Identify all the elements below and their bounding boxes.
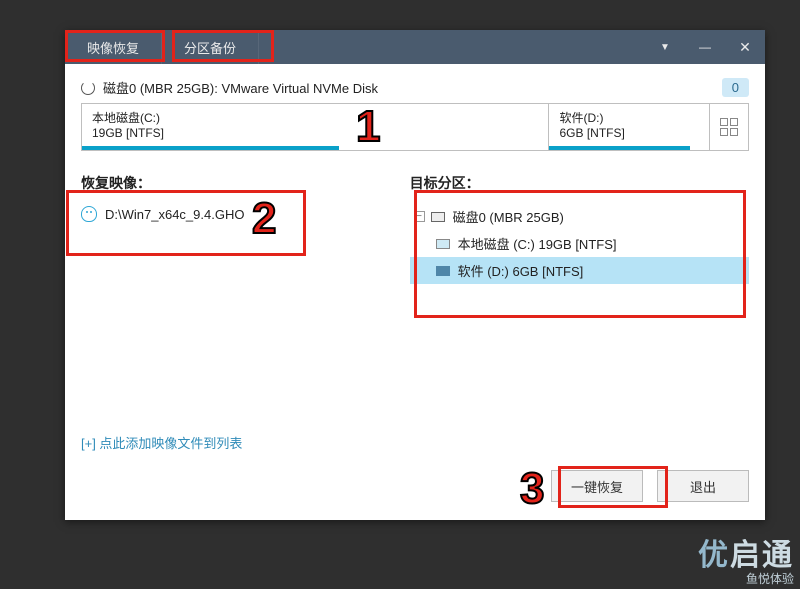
partition-d-usage-bar [549, 146, 689, 150]
watermark-chars-rest: 启通 [730, 539, 794, 572]
watermark-main: 优启通 [698, 530, 794, 574]
image-list-item[interactable]: D:\Win7_x64c_9.4.GHO [81, 203, 390, 225]
watermark-char-1: 优 [698, 539, 730, 572]
partition-d-info: 6GB [NTFS] [559, 126, 699, 140]
watermark: 优启通 鱼悦体验 [698, 530, 794, 587]
partition-d[interactable]: 软件(D:) 6GB [NTFS] [549, 104, 709, 150]
disk-index-badge: 0 [722, 78, 749, 97]
target-partition-panel: 目标分区： − 磁盘0 (MBR 25GB) 本地磁盘 (C:) 19GB [N… [410, 173, 749, 425]
tree-collapse-icon[interactable]: − [414, 211, 425, 222]
partition-c[interactable]: 本地磁盘(C:) 19GB [NTFS] [82, 104, 548, 150]
tree-c-label: 本地磁盘 (C:) 19GB [NTFS] [458, 234, 617, 253]
tree-disk-node[interactable]: − 磁盘0 (MBR 25GB) [410, 203, 749, 230]
image-path: D:\Win7_x64c_9.4.GHO [105, 207, 244, 222]
target-partition-title: 目标分区： [410, 173, 749, 193]
restore-image-title: 恢复映像： [81, 173, 390, 193]
ghost-file-icon [81, 206, 97, 222]
restore-image-panel: 恢复映像： D:\Win7_x64c_9.4.GHO [81, 173, 390, 425]
close-button[interactable]: ✕ [725, 30, 765, 64]
tree-partition-c[interactable]: 本地磁盘 (C:) 19GB [NTFS] [410, 230, 749, 257]
tree-disk-label: 磁盘0 (MBR 25GB) [453, 207, 564, 226]
disk-label: 磁盘0 (MBR 25GB): VMware Virtual NVMe Disk [103, 78, 378, 97]
partition-d-name: 软件(D:) [559, 109, 699, 126]
minimize-button[interactable]: — [685, 30, 725, 64]
partition-c-name: 本地磁盘(C:) [92, 109, 538, 126]
tree-d-label: 软件 (D:) 6GB [NTFS] [458, 261, 584, 280]
tree-partition-d[interactable]: 软件 (D:) 6GB [NTFS] [410, 257, 749, 284]
titlebar-dropdown-button[interactable]: ▼ [645, 30, 685, 64]
titlebar: 映像恢复 分区备份 ▼ — ✕ [65, 30, 765, 64]
partition-bar: 本地磁盘(C:) 19GB [NTFS] 软件(D:) 6GB [NTFS] [81, 103, 749, 151]
tab-image-restore[interactable]: 映像恢复 [65, 30, 162, 64]
main-body: 恢复映像： D:\Win7_x64c_9.4.GHO 目标分区： − 磁盘0 (… [65, 153, 765, 425]
titlebar-spacer [259, 30, 645, 64]
add-image-link[interactable]: [+] 点此添加映像文件到列表 [65, 425, 765, 456]
folder-icon [436, 239, 450, 249]
grid-icon [720, 118, 738, 136]
disk-header: 磁盘0 (MBR 25GB): VMware Virtual NVMe Disk… [65, 64, 765, 103]
exit-button[interactable]: 退出 [657, 470, 749, 502]
partition-tree: − 磁盘0 (MBR 25GB) 本地磁盘 (C:) 19GB [NTFS] 软… [410, 203, 749, 284]
disk-icon [431, 212, 445, 222]
refresh-icon[interactable] [81, 81, 95, 95]
partition-c-info: 19GB [NTFS] [92, 126, 538, 140]
folder-icon [436, 266, 450, 276]
partition-view-toggle[interactable] [710, 104, 748, 150]
footer: 一键恢复 退出 [65, 456, 765, 520]
app-window: 映像恢复 分区备份 ▼ — ✕ 磁盘0 (MBR 25GB): VMware V… [65, 30, 765, 520]
one-click-restore-button[interactable]: 一键恢复 [551, 470, 643, 502]
tab-partition-backup[interactable]: 分区备份 [162, 30, 259, 64]
partition-c-usage-bar [82, 146, 339, 150]
